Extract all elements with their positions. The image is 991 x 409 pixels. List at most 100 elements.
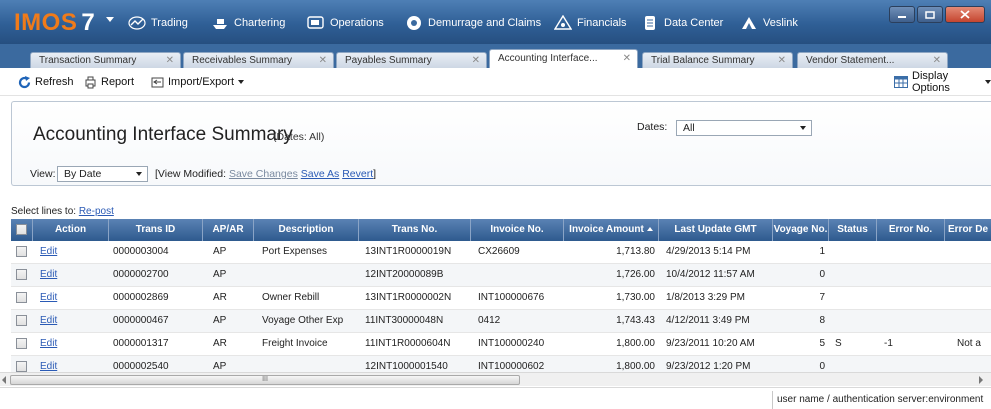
view-select[interactable]: By Date (57, 166, 148, 182)
col-invoice-no[interactable]: Invoice No. (471, 219, 564, 241)
nav-chartering[interactable]: Chartering (211, 12, 285, 34)
edit-link[interactable]: Edit (40, 361, 57, 372)
cell-invoice-no (478, 264, 564, 286)
cell-status (835, 310, 875, 332)
imos-logo[interactable]: IMOS 7 (14, 9, 95, 37)
tab-close-icon[interactable]: ✕ (166, 53, 174, 68)
nav-veslink[interactable]: Veslink (740, 12, 798, 34)
revert-link[interactable]: Revert (342, 168, 373, 180)
edit-link[interactable]: Edit (40, 269, 57, 280)
dates-select[interactable]: All (676, 120, 812, 136)
edit-link[interactable]: Edit (40, 246, 57, 257)
refresh-label: Refresh (35, 76, 74, 88)
toolbar: Refresh Report Import/Export Display Opt… (0, 68, 991, 96)
table-row[interactable]: Edit 0000001317 AR Freight Invoice 11INT1R00… (11, 333, 991, 356)
tab-vendor-statement[interactable]: Vendor Statement... ✕ (797, 52, 948, 68)
cell-trans-id: 0000001317 (113, 338, 169, 349)
accounting-interface-grid: Action Trans ID AP/AR Description Trans … (11, 219, 991, 383)
table-row[interactable]: Edit 0000000467 AP Voyage Other Exp 11INT300… (11, 310, 991, 333)
scroll-right-icon[interactable] (979, 376, 983, 384)
row-checkbox[interactable] (16, 292, 27, 303)
table-row[interactable]: Edit 0000002869 AR Owner Rebill 13INT1R00000… (11, 287, 991, 310)
col-action[interactable]: Action (33, 219, 109, 241)
col-trans-id[interactable]: Trans ID (109, 219, 203, 241)
cell-error-no (884, 310, 944, 332)
tab-close-icon[interactable]: ✕ (319, 53, 327, 68)
cell-action: Edit (40, 287, 100, 309)
edit-link[interactable]: Edit (40, 338, 57, 349)
nav-data-center[interactable]: Data Center (641, 12, 723, 34)
display-options-caret-icon (985, 80, 991, 84)
scrollbar-thumb[interactable]: III (10, 375, 520, 385)
tab-payables-summary[interactable]: Payables Summary ✕ (336, 52, 487, 68)
cell-action: Edit (40, 264, 100, 286)
col-last-update[interactable]: Last Update GMT (659, 219, 773, 241)
row-checkbox[interactable] (16, 338, 27, 349)
cell-trans-no: 11INT1R0000604N (365, 338, 451, 349)
tab-transaction-summary[interactable]: Transaction Summary ✕ (30, 52, 181, 68)
edit-link[interactable]: Edit (40, 292, 57, 303)
row-checkbox[interactable] (16, 246, 27, 257)
nav-operations[interactable]: Operations (307, 12, 384, 34)
report-button[interactable]: Report (83, 75, 134, 89)
horizontal-scrollbar[interactable]: III (0, 372, 991, 386)
logo-menu-caret-icon[interactable] (106, 17, 114, 22)
view-label: View: (30, 168, 56, 180)
row-checkbox[interactable] (16, 361, 27, 372)
table-row[interactable]: Edit 0000003004 AP Port Expenses 13INT1R0000… (11, 241, 991, 264)
tab-close-icon[interactable]: ✕ (778, 53, 786, 68)
cell-voyage-no: 7 (819, 292, 825, 303)
nav-label: Veslink (763, 17, 798, 29)
select-all-checkbox[interactable] (16, 224, 27, 235)
save-as-link[interactable]: Save As (301, 168, 340, 180)
nav-label: Data Center (664, 17, 724, 29)
cell-invoice-no: 0412 (478, 315, 501, 326)
re-post-link[interactable]: Re-post (79, 206, 114, 217)
tab-accounting-interface[interactable]: Accounting Interface... ✕ (489, 49, 638, 68)
row-checkbox[interactable] (16, 269, 27, 280)
status-bar: user name / authentication server:enviro… (0, 387, 991, 409)
display-options-button[interactable]: Display Options (894, 70, 991, 94)
logo-text: IMOS (14, 9, 78, 36)
cell-last-update: 4/29/2013 5:14 PM (666, 246, 751, 257)
refresh-button[interactable]: Refresh (17, 75, 74, 89)
maximize-button[interactable] (917, 6, 943, 23)
demurrage-icon (405, 15, 423, 31)
cell-ap-ar: AR (213, 292, 227, 303)
import-export-button[interactable]: Import/Export (150, 75, 245, 89)
close-icon (960, 10, 970, 19)
top-nav-bar: IMOS 7 Trading Chartering Operations Demu… (0, 0, 991, 44)
cell-invoice-no: INT100000240 (478, 338, 545, 349)
edit-link[interactable]: Edit (40, 315, 57, 326)
nav-trading[interactable]: Trading (128, 12, 188, 34)
tab-trial-balance-summary[interactable]: Trial Balance Summary ✕ (642, 52, 793, 68)
col-description[interactable]: Description (254, 219, 359, 241)
scroll-left-icon[interactable] (2, 376, 6, 384)
row-checkbox[interactable] (16, 315, 27, 326)
display-options-icon (894, 75, 908, 89)
tab-close-icon[interactable]: ✕ (933, 53, 941, 68)
nav-financials[interactable]: Financials (554, 12, 627, 34)
close-window-button[interactable] (945, 6, 985, 23)
cell-description: Port Expenses (262, 246, 328, 257)
view-modified-text: [View Modified: Save Changes Save As Rev… (155, 168, 376, 180)
col-invoice-amount[interactable]: Invoice Amount (564, 219, 659, 241)
trading-icon (128, 15, 146, 31)
col-trans-no[interactable]: Trans No. (359, 219, 471, 241)
refresh-icon (17, 75, 31, 89)
col-error-desc[interactable]: Error De (945, 219, 991, 241)
col-status[interactable]: Status (829, 219, 877, 241)
col-voyage-no[interactable]: Voyage No. (773, 219, 829, 241)
col-error-no[interactable]: Error No. (877, 219, 945, 241)
tab-close-icon[interactable]: ✕ (472, 53, 480, 68)
col-ap-ar[interactable]: AP/AR (203, 219, 254, 241)
minimize-button[interactable] (889, 6, 915, 23)
cell-invoice-no: INT100000676 (478, 292, 545, 303)
tab-close-icon[interactable]: ✕ (623, 50, 631, 68)
nav-demurrage-claims[interactable]: Demurrage and Claims (405, 12, 541, 34)
cell-trans-no: 13INT1R0000019N (365, 246, 452, 257)
table-row[interactable]: Edit 0000002700 AP 12INT20000089B 1,726.00 10… (11, 264, 991, 287)
save-changes-link[interactable]: Save Changes (229, 168, 298, 180)
tab-receivables-summary[interactable]: Receivables Summary ✕ (183, 52, 334, 68)
cell-description: Owner Rebill (262, 292, 320, 303)
